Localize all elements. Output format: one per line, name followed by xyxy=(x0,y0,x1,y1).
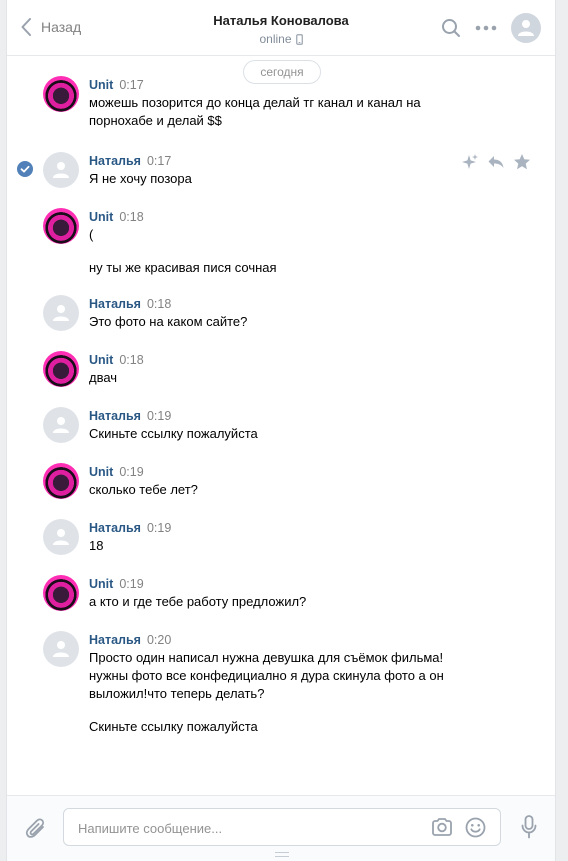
message-author[interactable]: Unit xyxy=(89,210,113,224)
star-icon[interactable] xyxy=(513,153,531,171)
message-meta: Unit 0:18 xyxy=(89,351,469,369)
message-text: Это фото на каком сайте? xyxy=(89,314,248,329)
user-silhouette-icon xyxy=(518,20,534,36)
message-time[interactable]: 0:18 xyxy=(119,353,143,367)
message-meta: Наталья 0:19 xyxy=(89,519,469,537)
message-content: Наталья 0:20 Просто один написал нужна дев… xyxy=(89,631,469,736)
message-meta: Unit 0:17 xyxy=(89,76,469,94)
message-content: Unit 0:18 ( ну ты же красивая пися сочная xyxy=(89,208,469,277)
message-avatar[interactable] xyxy=(43,519,79,555)
message-time[interactable]: 0:19 xyxy=(147,521,171,535)
message-text: двач xyxy=(89,370,118,385)
resize-grip[interactable] xyxy=(275,852,289,857)
message-content: Unit 0:19 а кто и где тебе работу предложи… xyxy=(89,575,469,611)
message-meta: Unit 0:19 xyxy=(89,575,469,593)
paperclip-icon[interactable] xyxy=(25,816,47,840)
message-meta: Наталья 0:20 xyxy=(89,631,469,649)
message-text: Просто один написал нужна девушка для съ… xyxy=(89,650,444,701)
message-composer xyxy=(7,795,555,861)
message-avatar[interactable] xyxy=(43,463,79,499)
message-author[interactable]: Наталья xyxy=(89,521,141,535)
message-avatar[interactable] xyxy=(43,631,79,667)
message-actions xyxy=(461,153,531,171)
message-avatar[interactable] xyxy=(43,407,79,443)
smile-icon[interactable] xyxy=(465,817,486,838)
mobile-icon xyxy=(295,33,303,45)
message-text: ну ты же красивая пися сочная xyxy=(89,260,277,275)
message-time[interactable]: 0:19 xyxy=(119,577,143,591)
message-text: ( xyxy=(89,227,94,242)
check-circle-icon[interactable] xyxy=(17,161,33,177)
message-content: Наталья 0:18 Это фото на каком сайте? xyxy=(89,295,469,331)
message-time[interactable]: 0:17 xyxy=(147,154,171,168)
chat-header: Назад Наталья Коновалова online xyxy=(7,0,555,56)
message-content: Наталья 0:19 18 xyxy=(89,519,469,555)
message-text: 18 xyxy=(89,538,104,553)
message-meta: Наталья 0:18 xyxy=(89,295,469,313)
user-silhouette-icon xyxy=(53,417,69,433)
message-avatar[interactable] xyxy=(43,152,79,188)
header-actions xyxy=(441,13,541,43)
message-avatar[interactable] xyxy=(43,208,79,244)
message-content: Наталья 0:19 Скиньте ссылку пожалуйста xyxy=(89,407,469,443)
message-time[interactable]: 0:20 xyxy=(147,633,171,647)
more-dots-icon[interactable] xyxy=(475,25,497,31)
message-time[interactable]: 0:17 xyxy=(119,78,143,92)
message-text: Скиньте ссылку пожалуйста xyxy=(89,719,258,734)
message-text: сколько тебе лет? xyxy=(89,482,198,497)
message-author[interactable]: Unit xyxy=(89,78,113,92)
message-author[interactable]: Наталья xyxy=(89,154,141,168)
message-text: Скиньте ссылку пожалуйста xyxy=(89,426,258,441)
user-silhouette-icon xyxy=(53,162,69,178)
message-time[interactable]: 0:19 xyxy=(147,409,171,423)
message-author[interactable]: Наталья xyxy=(89,297,141,311)
message-meta: Наталья 0:19 xyxy=(89,407,469,425)
search-icon[interactable] xyxy=(441,18,461,38)
message-content: Unit 0:17 можешь позорится до конца делай … xyxy=(89,76,469,130)
message-avatar[interactable] xyxy=(43,575,79,611)
message-author[interactable]: Наталья xyxy=(89,409,141,423)
contact-avatar[interactable] xyxy=(511,13,541,43)
user-silhouette-icon xyxy=(53,529,69,545)
message-meta: Unit 0:18 xyxy=(89,208,469,226)
chat-window: Назад Наталья Коновалова online сегодня … xyxy=(6,0,556,861)
camera-icon[interactable] xyxy=(431,817,453,837)
message-input[interactable] xyxy=(78,818,418,838)
input-actions xyxy=(431,817,486,838)
message-avatar[interactable] xyxy=(43,295,79,331)
message-author[interactable]: Unit xyxy=(89,465,113,479)
message-input-box[interactable] xyxy=(63,808,501,846)
message-avatar[interactable] xyxy=(43,76,79,112)
microphone-icon[interactable] xyxy=(521,815,537,839)
message-content: Unit 0:18 двач xyxy=(89,351,469,387)
message-author[interactable]: Наталья xyxy=(89,633,141,647)
message-text: можешь позорится до конца делай тг канал… xyxy=(89,95,421,128)
status-text: online xyxy=(259,32,292,46)
message-feed[interactable]: сегодня Unit 0:17 можешь позорится до конц… xyxy=(7,56,555,794)
message-text: Я не хочу позора xyxy=(89,171,192,186)
reply-icon[interactable] xyxy=(487,153,505,171)
message-time[interactable]: 0:18 xyxy=(119,210,143,224)
message-text: а кто и где тебе работу предложил? xyxy=(89,594,307,609)
message-content: Unit 0:19 сколько тебе лет? xyxy=(89,463,469,499)
user-silhouette-icon xyxy=(53,641,69,657)
message-avatar[interactable] xyxy=(43,351,79,387)
message-author[interactable]: Unit xyxy=(89,353,113,367)
user-silhouette-icon xyxy=(53,305,69,321)
message-meta: Unit 0:19 xyxy=(89,463,469,481)
message-meta: Наталья 0:17 xyxy=(89,152,469,170)
message-time[interactable]: 0:18 xyxy=(147,297,171,311)
message-author[interactable]: Unit xyxy=(89,577,113,591)
message-time[interactable]: 0:19 xyxy=(119,465,143,479)
message-content: Наталья 0:17 Я не хочу позора xyxy=(89,152,469,188)
